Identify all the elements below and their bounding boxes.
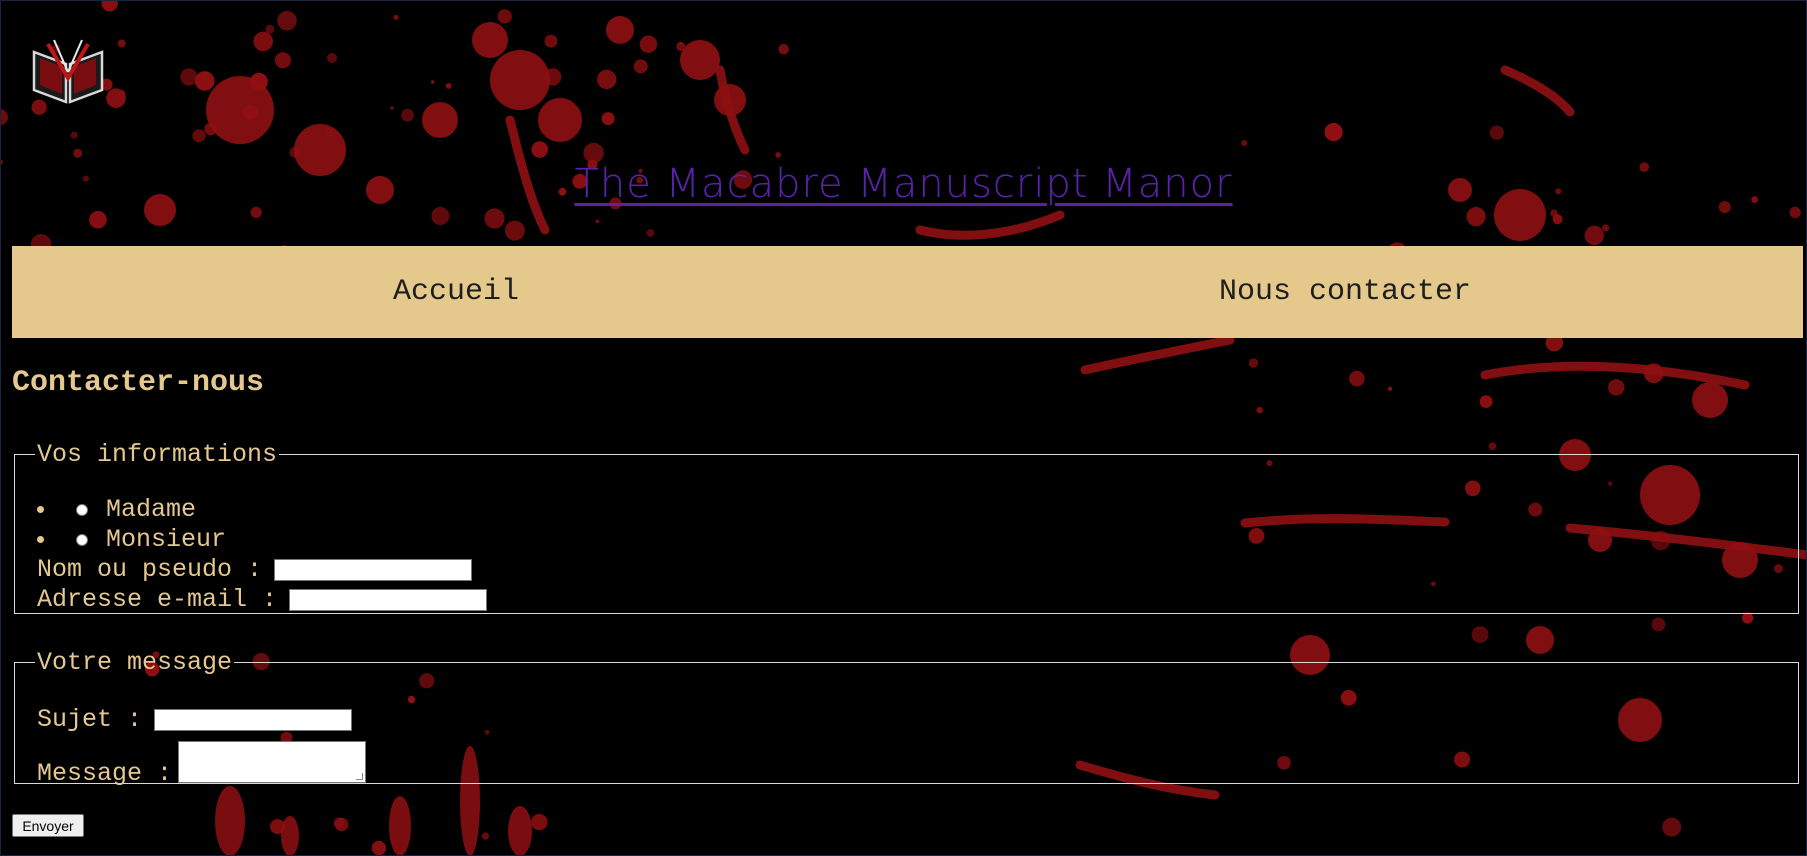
message-row: Message : <box>37 735 367 788</box>
list-item: Monsieur <box>37 525 226 554</box>
email-label: Adresse e-mail : <box>37 585 278 614</box>
info-legend: Vos informations <box>37 440 278 469</box>
message-fieldset: Votre message Sujet : Message : <box>14 648 1799 788</box>
radio-label-madame: Madame <box>106 495 197 524</box>
main-nav: Accueil Nous contacter <box>12 246 1803 338</box>
radio-monsieur[interactable] <box>76 533 88 546</box>
subject-label: Sujet : <box>37 705 143 734</box>
message-label: Message : <box>37 759 173 788</box>
radio-madame[interactable] <box>76 503 88 516</box>
email-field[interactable] <box>289 588 488 611</box>
nav-item-nous-contacter[interactable]: Nous contacter <box>1219 275 1471 309</box>
message-field[interactable] <box>178 740 367 783</box>
nav-item-accueil[interactable]: Accueil <box>393 275 519 309</box>
page-heading: Contacter-nous <box>12 366 265 400</box>
message-legend: Votre message <box>37 648 233 677</box>
bullet-icon <box>37 506 44 513</box>
radio-label-monsieur: Monsieur <box>106 525 227 554</box>
submit-button[interactable]: Envoyer <box>12 814 84 837</box>
name-row: Nom ou pseudo : <box>37 555 473 584</box>
site-title: The Macabre Manuscript Manor <box>0 160 1807 208</box>
subject-row: Sujet : <box>37 705 353 734</box>
name-field[interactable] <box>274 558 473 581</box>
bullet-icon <box>37 536 44 543</box>
open-book-blood-logo <box>32 39 104 104</box>
email-row: Adresse e-mail : <box>37 585 488 614</box>
page: The Macabre Manuscript Manor Accueil Nou… <box>0 0 1807 856</box>
list-item: Madame <box>37 495 196 524</box>
info-fieldset: Vos informations Madame Monsieur Nom ou … <box>14 440 1799 614</box>
name-label: Nom ou pseudo : <box>37 555 263 584</box>
site-title-link[interactable]: The Macabre Manuscript Manor <box>574 161 1232 207</box>
subject-field[interactable] <box>154 708 353 731</box>
